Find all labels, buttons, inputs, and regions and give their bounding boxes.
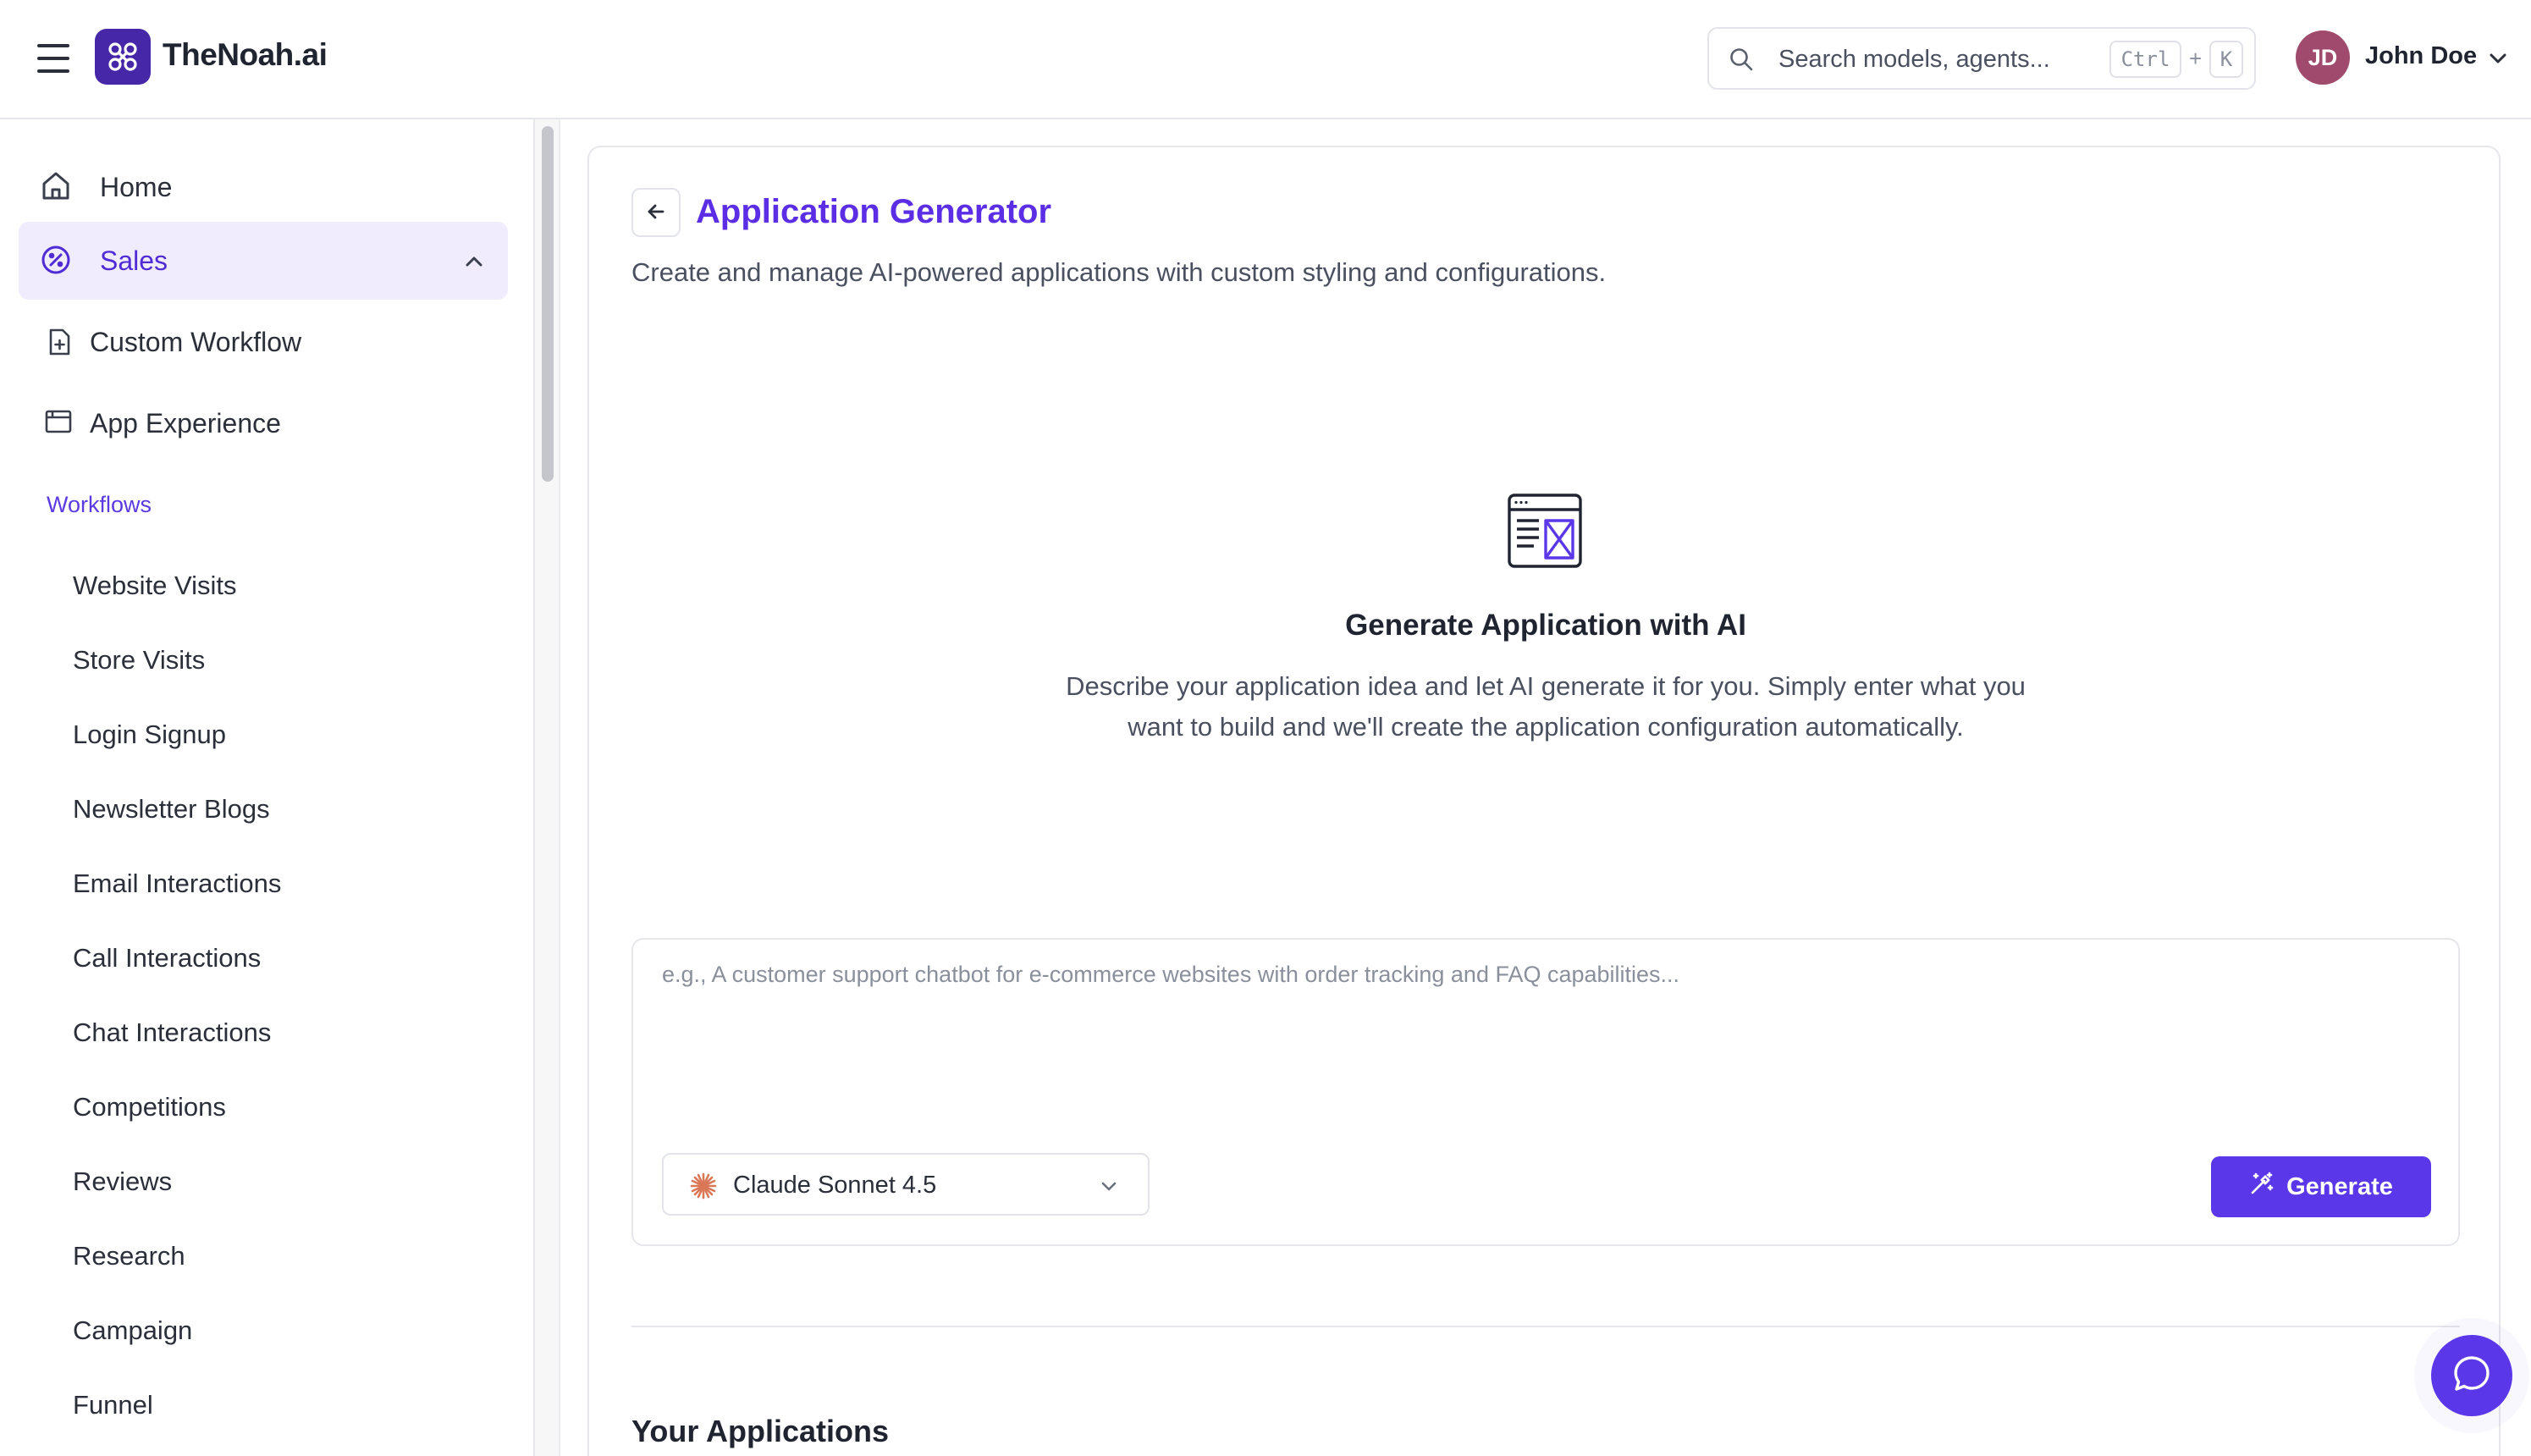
chevron-down-icon[interactable] [2487,47,2509,74]
sidebar-item-funnel[interactable]: Funnel [73,1390,153,1420]
sidebar-scrollbar[interactable] [535,119,560,1456]
top-bar: TheNoah.ai Search models, agents... Ctrl… [0,0,2531,119]
user-name[interactable]: John Doe [2365,42,2477,70]
prompt-card: Claude Sonnet 4.5 Ge [631,938,2460,1246]
hamburger-icon[interactable] [37,44,69,73]
sidebar-item-reviews[interactable]: Reviews [73,1166,172,1197]
back-button[interactable] [631,188,681,237]
logo-icon[interactable] [95,29,151,85]
chat-bubble-icon [2451,1353,2493,1399]
generate-label: Generate [2286,1172,2393,1200]
sidebar-item-custom-workflow[interactable]: Custom Workflow [0,307,508,375]
sidebar-item-chat-interactions[interactable]: Chat Interactions [73,1018,271,1048]
prompt-input[interactable] [662,962,2423,1072]
sidebar-item-campaign[interactable]: Campaign [73,1315,192,1346]
model-select[interactable]: Claude Sonnet 4.5 [662,1153,1150,1216]
sidebar-item-research[interactable]: Research [73,1241,185,1271]
hero-description: Describe your application idea and let A… [1066,671,2026,742]
brand-name[interactable]: TheNoah.ai [163,37,328,73]
model-select-value: Claude Sonnet 4.5 [733,1172,937,1199]
claude-burst-icon [689,1172,718,1205]
sidebar-item-label: Home [100,172,173,202]
sidebar-item-home[interactable]: Home [0,148,508,224]
avatar[interactable]: JD [2296,30,2350,85]
hero-title: Generate Application with AI [1345,609,1746,642]
shortcut-k-key: K [2209,41,2243,78]
magic-wand-icon [2249,1171,2275,1203]
sidebar-item-call-interactions[interactable]: Call Interactions [73,943,261,973]
page-title: Application Generator [696,193,1052,230]
chevron-up-icon[interactable] [462,249,486,280]
shortcut-plus: + [2189,46,2203,71]
sidebar-item-competitions[interactable]: Competitions [73,1092,226,1122]
main-panel: Application Generator Create and manage … [587,146,2501,1456]
search-icon [1728,46,1755,77]
applications-section-title: Your Applications [631,1414,890,1448]
home-icon [39,169,73,203]
sidebar-item-app-experience[interactable]: App Experience [0,389,508,456]
chevron-down-icon [1099,1177,1119,1201]
sidebar-item-login-signup[interactable]: Login Signup [73,720,226,750]
section-divider [631,1326,2460,1327]
search-input[interactable]: Search models, agents... Ctrl + K [1707,27,2256,90]
scrollbar-thumb[interactable] [542,126,554,482]
browser-window-icon [44,409,73,434]
sales-badge-icon [39,243,73,277]
sidebar: Home Sales Custom Workflow App Experienc… [0,119,535,1456]
page-subtitle: Create and manage AI-powered application… [631,257,1607,287]
sidebar-item-label: Sales [100,245,168,276]
sidebar-item-email-interactions[interactable]: Email Interactions [73,869,281,899]
shortcut-ctrl-key: Ctrl [2109,41,2181,78]
sidebar-item-store-visits[interactable]: Store Visits [73,645,205,676]
sidebar-item-label: App Experience [90,408,281,438]
generate-button[interactable]: Generate [2211,1156,2431,1217]
sidebar-item-website-visits[interactable]: Website Visits [73,571,237,601]
chat-button[interactable] [2431,1335,2512,1416]
sidebar-section-label: Workflows [47,492,152,517]
file-plus-icon [46,328,73,356]
arrow-left-icon [644,200,668,226]
sidebar-item-newsletter-blogs[interactable]: Newsletter Blogs [73,794,270,825]
sidebar-item-label: Custom Workflow [90,327,302,357]
sidebar-item-sales[interactable]: Sales [19,222,508,300]
app-layout-icon [1505,491,1585,575]
search-placeholder: Search models, agents... [1778,46,2050,73]
